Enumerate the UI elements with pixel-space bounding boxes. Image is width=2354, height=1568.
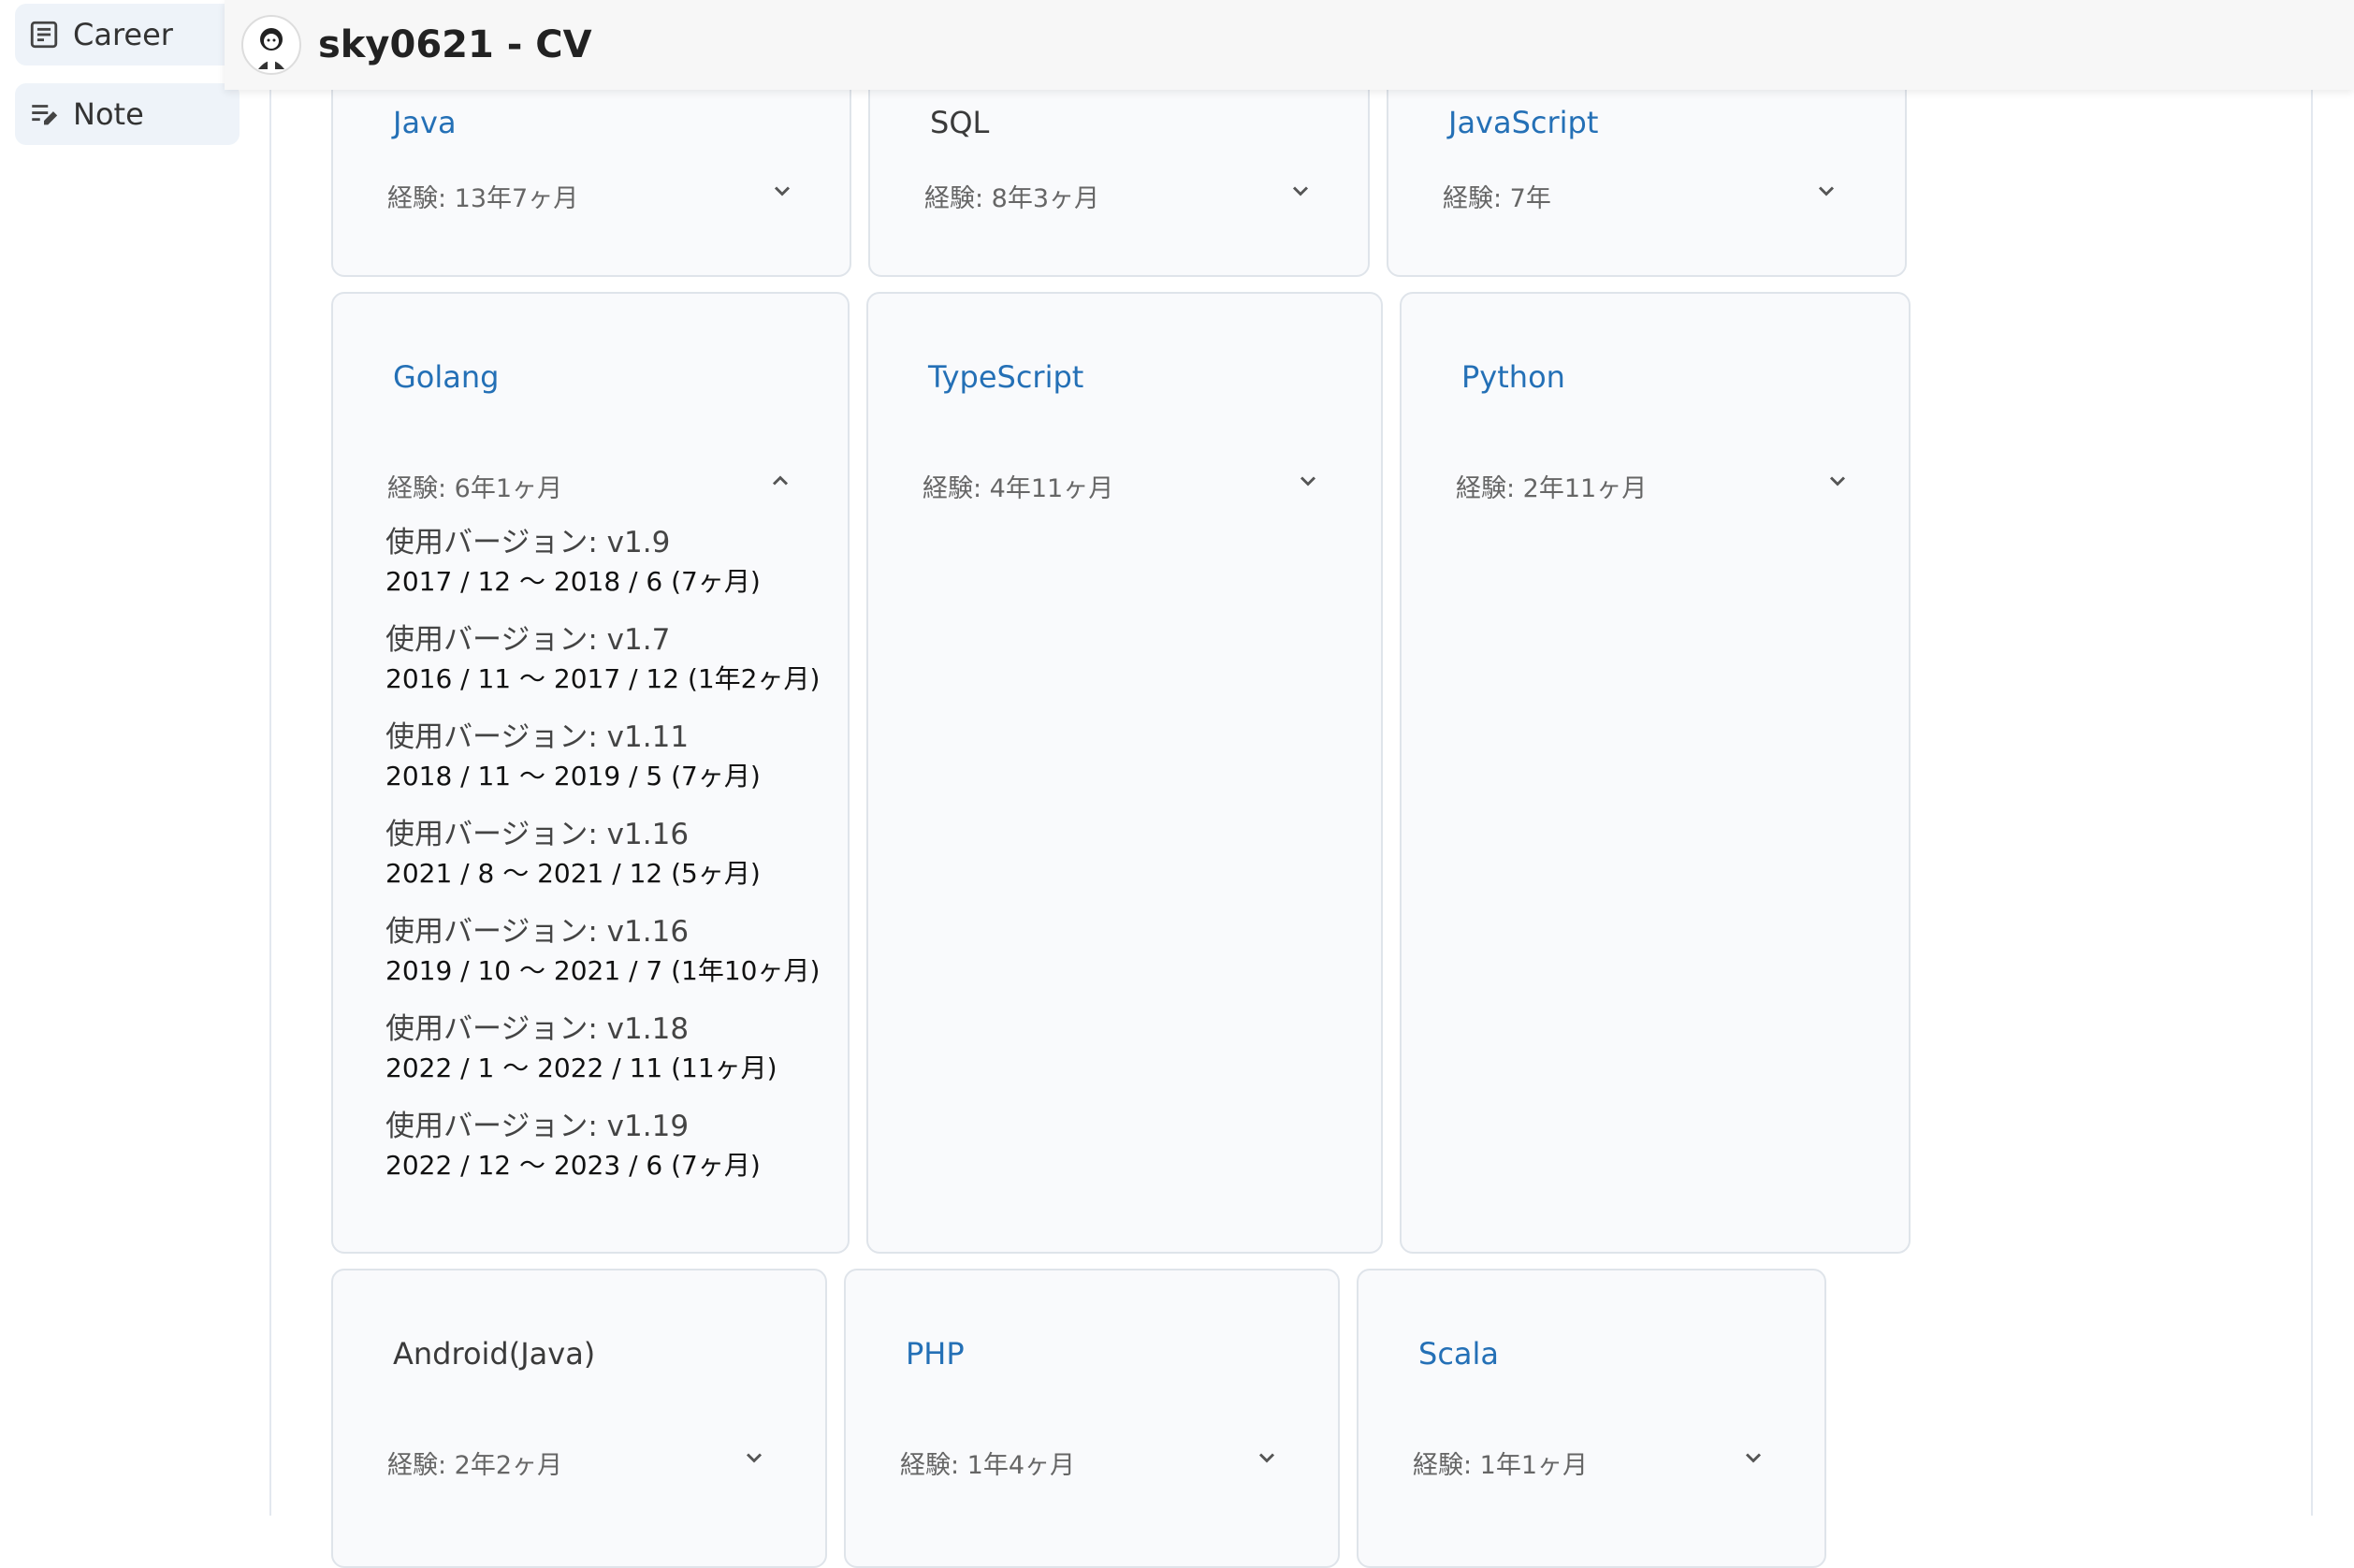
skill-card-php: PHP 経験: 1年4ヶ月: [844, 1269, 1340, 1568]
version-item: 使用バージョン: v1.9 2017 / 12 ～ 2018 / 6 (7ヶ月): [385, 522, 820, 619]
chevron-down-icon[interactable]: [1824, 468, 1851, 494]
version-period: 2019 / 10 ～ 2021 / 7 (1年10ヶ月): [385, 955, 821, 986]
version-period: 2022 / 12 ～ 2023 / 6 (7ヶ月): [385, 1150, 761, 1181]
version-list: 使用バージョン: v1.9 2017 / 12 ～ 2018 / 6 (7ヶ月)…: [385, 522, 820, 1203]
version-label: 使用バージョン: v1.16: [385, 915, 690, 949]
sidebar-item-career[interactable]: Career: [15, 4, 240, 65]
skill-experience: 経験: 2年2ヶ月: [387, 1451, 563, 1480]
skill-card-scala: Scala 経験: 1年1ヶ月: [1357, 1269, 1826, 1568]
chevron-down-icon[interactable]: [741, 1445, 767, 1471]
version-item: 使用バージョン: v1.19 2022 / 12 ～ 2023 / 6 (7ヶ月…: [385, 1106, 820, 1203]
chevron-up-icon[interactable]: [767, 468, 793, 494]
sidebar-item-label: Career: [73, 17, 173, 52]
page-title: sky0621 - CV: [318, 23, 592, 66]
chevron-down-icon[interactable]: [1287, 178, 1314, 204]
skill-experience: 経験: 13年7ヶ月: [387, 184, 579, 213]
skill-experience: 経験: 2年11ヶ月: [1456, 474, 1648, 503]
chevron-down-icon[interactable]: [1740, 1445, 1766, 1471]
app-header: sky0621 - CV: [225, 0, 2354, 90]
skill-experience: 経験: 1年4ヶ月: [900, 1451, 1076, 1480]
version-period: 2021 / 8 ～ 2021 / 12 (5ヶ月): [385, 858, 761, 889]
skill-title[interactable]: PHP: [906, 1336, 965, 1372]
chevron-down-icon[interactable]: [769, 178, 795, 204]
skill-experience: 経験: 8年3ヶ月: [924, 184, 1100, 213]
version-item: 使用バージョン: v1.11 2018 / 11 ～ 2019 / 5 (7ヶ月…: [385, 717, 820, 814]
chevron-down-icon[interactable]: [1813, 178, 1839, 204]
chevron-down-icon[interactable]: [1295, 468, 1321, 494]
version-period: 2022 / 1 ～ 2022 / 11 (11ヶ月): [385, 1053, 777, 1083]
career-document-icon: [28, 19, 60, 51]
version-label: 使用バージョン: v1.7: [385, 623, 671, 657]
skill-title[interactable]: Java: [393, 105, 457, 140]
skill-card-golang: Golang 経験: 6年1ヶ月 使用バージョン: v1.9 2017 / 12…: [331, 292, 850, 1254]
version-label: 使用バージョン: v1.16: [385, 818, 690, 851]
note-edit-icon: [28, 98, 60, 130]
version-label: 使用バージョン: v1.19: [385, 1110, 690, 1143]
skill-title[interactable]: Python: [1461, 359, 1565, 395]
sidebar-item-note[interactable]: Note: [15, 83, 240, 145]
skill-title[interactable]: Scala: [1418, 1336, 1499, 1372]
version-item: 使用バージョン: v1.16 2019 / 10 ～ 2021 / 7 (1年1…: [385, 911, 820, 1009]
version-item: 使用バージョン: v1.7 2016 / 11 ～ 2017 / 12 (1年2…: [385, 619, 820, 717]
skill-title: Android(Java): [393, 1336, 596, 1372]
version-item: 使用バージョン: v1.16 2021 / 8 ～ 2021 / 12 (5ヶ月…: [385, 814, 820, 911]
skills-panel: Java 経験: 13年7ヶ月 SQL 経験: 8年3ヶ月 JavaScript…: [269, 37, 2313, 1568]
skill-card-python: Python 経験: 2年11ヶ月: [1400, 292, 1911, 1254]
version-label: 使用バージョン: v1.9: [385, 526, 671, 559]
skill-title: SQL: [930, 105, 990, 140]
skill-title[interactable]: JavaScript: [1448, 105, 1598, 140]
skill-experience: 経験: 6年1ヶ月: [387, 474, 563, 503]
skill-experience: 経験: 1年1ヶ月: [1413, 1451, 1589, 1480]
skill-experience: 経験: 7年: [1443, 184, 1551, 213]
skill-card-android: Android(Java) 経験: 2年2ヶ月: [331, 1269, 827, 1568]
version-period: 2017 / 12 ～ 2018 / 6 (7ヶ月): [385, 566, 761, 597]
sidebar: Career Note: [0, 0, 243, 1493]
skill-card-typescript: TypeScript 経験: 4年11ヶ月: [866, 292, 1383, 1254]
skill-title[interactable]: TypeScript: [928, 359, 1083, 395]
avatar[interactable]: [241, 15, 301, 75]
version-label: 使用バージョン: v1.18: [385, 1012, 690, 1046]
skill-title[interactable]: Golang: [393, 359, 499, 395]
version-period: 2018 / 11 ～ 2019 / 5 (7ヶ月): [385, 761, 761, 791]
version-label: 使用バージョン: v1.11: [385, 720, 690, 754]
version-item: 使用バージョン: v1.18 2022 / 1 ～ 2022 / 11 (11ヶ…: [385, 1009, 820, 1106]
sidebar-item-label: Note: [73, 96, 144, 132]
version-period: 2016 / 11 ～ 2017 / 12 (1年2ヶ月): [385, 663, 821, 694]
chevron-down-icon[interactable]: [1254, 1445, 1280, 1471]
skill-experience: 経験: 4年11ヶ月: [923, 474, 1114, 503]
